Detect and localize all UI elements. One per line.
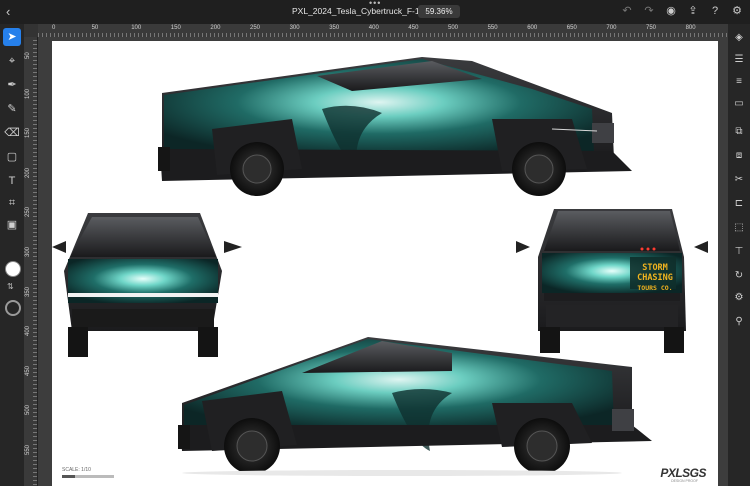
right-panel-bar: ◈ ☰ ≡ ▭ ⧉ ⧈ ✂ ⊏ ⬚ ⊤ ↻ ⚙ ⚲ [727,24,750,486]
ruler-top-label: 450 [408,25,419,31]
ruler-left-label: 250 [25,207,31,218]
link-icon[interactable]: ⚲ [731,314,747,330]
back-chevron-icon[interactable]: ‹ [6,4,10,19]
share-icon[interactable]: ⇪ [686,4,700,18]
brand-logo-subtitle: DESIGN PROOF [671,479,698,483]
ruler-top-label: 800 [685,25,696,31]
transform-icon[interactable]: ⬚ [731,220,747,236]
help-icon[interactable]: ? [708,4,722,18]
pencil-tool-icon[interactable]: ✎ [3,100,21,118]
ruler-top-label: 700 [606,25,617,31]
side-view-top [158,57,632,196]
ruler-left-label: 50 [25,52,31,59]
left-toolbar: ➤ ⌖ ✒ ✎ ⌫ ▢ T ⌗ ▣ ⇅ [0,24,25,486]
swap-colors-icon[interactable]: ⇅ [7,282,14,291]
ruler-left-label: 300 [25,246,31,257]
undo-icon[interactable]: ↶ [620,4,634,18]
title-bar-actions: ↶ ↷ ◉ ⇪ ? ⚙ [620,4,744,18]
fill-color-swatch[interactable] [5,261,21,277]
redo-icon[interactable]: ↷ [642,4,656,18]
ruler-top-label: 300 [289,25,300,31]
artboard[interactable]: STORM CHASING TOURS CO. SCALE: 1/10 PXLS… [52,41,718,486]
horizontal-ruler[interactable]: 0 50 100 150 200 250 300 350 400 450 500 550 600 650 7… [38,24,728,38]
ruler-top-label: 750 [646,25,657,31]
boolean-icon[interactable]: ⚙ [731,290,747,306]
account-icon[interactable]: ◉ [664,4,678,18]
brand-logo: PXLSGS [660,466,706,480]
ruler-top-label: 250 [250,25,261,31]
ruler-corner [24,24,38,37]
scale-label: SCALE: 1/10 [62,467,91,473]
image-tool-icon[interactable]: ▣ [3,216,21,234]
zoom-level[interactable]: 59.36% [418,5,460,18]
duplicate-icon[interactable]: ⧈ [731,148,747,164]
ruler-top-label: 600 [527,25,538,31]
text-tool-icon[interactable]: T [3,172,21,190]
properties-icon[interactable]: ☰ [731,52,747,68]
ruler-left-label: 150 [25,128,31,139]
adjust-icon[interactable]: ≡ [731,74,747,90]
arrange-icon[interactable]: ⧉ [731,124,747,140]
shape-tool-icon[interactable]: ▢ [3,148,21,166]
vertical-ruler[interactable]: 50 100 150 200 250 300 350 400 450 500 550 [24,37,38,486]
ruler-left-label: 350 [25,286,31,297]
pen-tool-icon[interactable]: ✒ [3,76,21,94]
settings-gear-icon[interactable]: ⚙ [730,4,744,18]
document-title: PXL_2024_Tesla_Cybertruck_F-10 (1) [292,6,438,16]
ruler-left-label: 550 [25,444,31,455]
ruler-top-label: 150 [170,25,181,31]
ruler-left-label: 450 [25,365,31,376]
ruler-left-label: 400 [25,326,31,337]
front-view [52,213,242,357]
ruler-top-label: 550 [487,25,498,31]
ruler-left-label: 500 [25,405,31,416]
ruler-top-label: 50 [91,25,99,31]
ruler-top-label: 100 [131,25,142,31]
ruler-top-label: 400 [368,25,379,31]
ruler-left-label: 200 [25,167,31,178]
node-tool-icon[interactable]: ⌖ [3,52,21,70]
stroke-color-swatch[interactable] [5,300,21,316]
rotate-icon[interactable]: ↻ [731,268,747,284]
comments-icon[interactable]: ▭ [731,96,747,112]
title-bar: ‹ ••• PXL_2024_Tesla_Cybertruck_F-10 (1)… [0,0,750,25]
scale-bar [62,475,114,478]
eraser-tool-icon[interactable]: ⌫ [3,124,21,142]
canvas[interactable]: STORM CHASING TOURS CO. SCALE: 1/10 PXLS… [38,37,728,486]
crop-tool-icon[interactable]: ⌗ [3,194,21,212]
ruler-top-label: 650 [566,25,577,31]
move-tool-icon[interactable]: ➤ [3,28,21,46]
ruler-top-label: 350 [329,25,340,31]
cut-icon[interactable]: ✂ [731,172,747,188]
ruler-top-label: 200 [210,25,221,31]
align-icon[interactable]: ⊏ [731,196,747,212]
rear-view [516,209,708,353]
layers-icon[interactable]: ◈ [731,30,747,46]
distribute-icon[interactable]: ⊤ [731,244,747,260]
ruler-top-label: 0 [52,25,56,31]
side-view-bottom [178,337,652,476]
ruler-left-label: 100 [25,88,31,99]
ruler-top-label: 500 [448,25,459,31]
truck-wrap-artwork [52,57,708,476]
